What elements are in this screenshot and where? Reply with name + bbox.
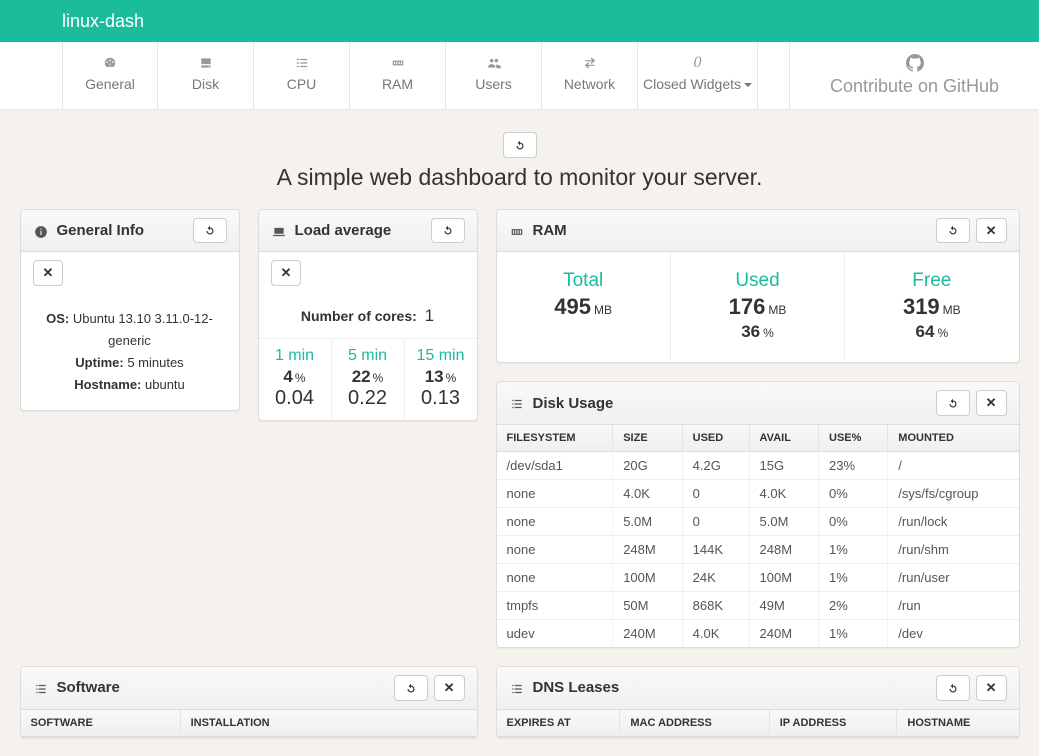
load-average-grid: 1 min 4% 0.04 5 min 22% 0.22 15 min 13% … — [259, 338, 477, 420]
nav-users[interactable]: Users — [446, 42, 542, 109]
disk-usage-table: FILESYSTEM SIZE USED AVAIL USE% MOUNTED … — [497, 425, 1019, 647]
ram-card-icon — [509, 222, 525, 238]
nav-closed-widgets[interactable]: 0 Closed Widgets — [638, 42, 758, 109]
col-software[interactable]: SOFTWARE — [21, 710, 181, 737]
nav-cpu[interactable]: CPU — [254, 42, 350, 109]
ram-free: Free 319MB 64% — [845, 252, 1018, 362]
panel-title: DNS Leases — [533, 679, 936, 696]
dns-leases-table: EXPIRES AT MAC ADDRESS IP ADDRESS HOSTNA… — [497, 710, 1019, 737]
panel-load-average: Load average ✕ Number of cores: 1 1 min … — [258, 209, 478, 421]
col-mac[interactable]: MAC ADDRESS — [620, 710, 769, 737]
refresh-icon — [203, 224, 217, 238]
col-filesystem[interactable]: FILESYSTEM — [497, 425, 613, 452]
italic-icon: 0 — [638, 54, 757, 72]
close-icon: ✕ — [281, 265, 292, 280]
panel-title: General Info — [57, 222, 193, 239]
ram-icon — [350, 54, 445, 72]
panel-title: RAM — [533, 222, 936, 239]
panel-title: Disk Usage — [533, 395, 936, 412]
col-hostname[interactable]: HOSTNAME — [897, 710, 1019, 737]
table-row: none4.0K04.0K0%/sys/fs/cgroup — [497, 480, 1019, 508]
panel-ram: RAM ✕ Total 495MB Used 176MB 36% — [496, 209, 1020, 364]
panel-title: Load average — [295, 222, 431, 239]
close-icon: ✕ — [986, 223, 997, 238]
main-nav: General Disk CPU RAM Users Network 0 Clo… — [0, 42, 1039, 110]
refresh-icon — [946, 682, 960, 696]
list-icon — [509, 395, 525, 411]
col-ip[interactable]: IP ADDRESS — [769, 710, 897, 737]
close-icon: ✕ — [43, 265, 54, 280]
nav-ram[interactable]: RAM — [350, 42, 446, 109]
list-icon — [33, 680, 49, 696]
col-used[interactable]: USED — [682, 425, 749, 452]
dashboard-icon — [63, 54, 157, 72]
table-row: none248M144K248M1%/run/shm — [497, 536, 1019, 564]
close-icon: ✕ — [986, 395, 997, 410]
panel-software: Software ✕ SOFTWARE INSTALLATION — [20, 666, 478, 738]
table-row: none100M24K100M1%/run/user — [497, 564, 1019, 592]
panel-dns-leases: DNS Leases ✕ EXPIRES AT MAC ADDRESS IP A… — [496, 666, 1020, 738]
table-row: none5.0M05.0M0%/run/lock — [497, 508, 1019, 536]
list-icon — [509, 680, 525, 696]
software-table: SOFTWARE INSTALLATION — [21, 710, 477, 737]
ram-used: Used 176MB 36% — [671, 252, 845, 362]
close-icon: ✕ — [986, 680, 997, 695]
panel-disk-usage: Disk Usage ✕ FILESYSTEM SIZE USED AVAIL … — [496, 381, 1020, 648]
refresh-icon — [946, 224, 960, 238]
nav-general[interactable]: General — [62, 42, 158, 109]
cores-value: 1 — [425, 306, 434, 325]
refresh-button[interactable] — [193, 218, 227, 244]
contribute-link[interactable]: Contribute on GitHub — [789, 42, 1039, 109]
tasks-icon — [254, 54, 349, 72]
caret-down-icon — [744, 83, 752, 87]
load-1min: 1 min 4% 0.04 — [259, 339, 332, 420]
col-usep[interactable]: USE% — [819, 425, 888, 452]
github-icon — [790, 54, 1039, 72]
col-installation[interactable]: INSTALLATION — [180, 710, 476, 737]
close-button[interactable]: ✕ — [976, 218, 1007, 244]
headline-text: A simple web dashboard to monitor your s… — [0, 164, 1039, 191]
info-icon — [33, 222, 49, 238]
table-row: tmpfs50M868K49M2%/run — [497, 592, 1019, 620]
refresh-icon — [513, 139, 527, 153]
headline: A simple web dashboard to monitor your s… — [0, 132, 1039, 191]
refresh-icon — [441, 224, 455, 238]
panel-title: Software — [57, 679, 394, 696]
col-expires[interactable]: EXPIRES AT — [497, 710, 620, 737]
refresh-button[interactable] — [936, 390, 970, 416]
close-button[interactable]: ✕ — [33, 260, 64, 286]
refresh-button[interactable] — [936, 675, 970, 701]
close-button[interactable]: ✕ — [271, 260, 302, 286]
users-icon — [446, 54, 541, 72]
refresh-button[interactable] — [394, 675, 428, 701]
laptop-icon — [271, 222, 287, 238]
nav-disk[interactable]: Disk — [158, 42, 254, 109]
close-icon: ✕ — [444, 680, 455, 695]
table-row: udev240M4.0K240M1%/dev — [497, 620, 1019, 648]
col-avail[interactable]: AVAIL — [749, 425, 818, 452]
exchange-icon — [542, 54, 637, 72]
refresh-button[interactable] — [431, 218, 465, 244]
load-5min: 5 min 22% 0.22 — [332, 339, 405, 420]
col-size[interactable]: SIZE — [613, 425, 682, 452]
hdd-icon — [158, 54, 253, 72]
refresh-icon — [404, 682, 418, 696]
brand-title: linux-dash — [62, 11, 144, 32]
col-mounted[interactable]: MOUNTED — [888, 425, 1019, 452]
close-button[interactable]: ✕ — [434, 675, 465, 701]
ram-total: Total 495MB — [497, 252, 671, 362]
close-button[interactable]: ✕ — [976, 390, 1007, 416]
refresh-icon — [946, 397, 960, 411]
table-row: /dev/sda120G4.2G15G23%/ — [497, 452, 1019, 480]
refresh-all-button[interactable] — [503, 132, 537, 158]
close-button[interactable]: ✕ — [976, 675, 1007, 701]
refresh-button[interactable] — [936, 218, 970, 244]
load-15min: 15 min 13% 0.13 — [405, 339, 477, 420]
brand-header: linux-dash — [0, 0, 1039, 42]
nav-network[interactable]: Network — [542, 42, 638, 109]
panel-general-info: General Info ✕ OS: Ubuntu 13.10 3.11.0-1… — [20, 209, 240, 412]
